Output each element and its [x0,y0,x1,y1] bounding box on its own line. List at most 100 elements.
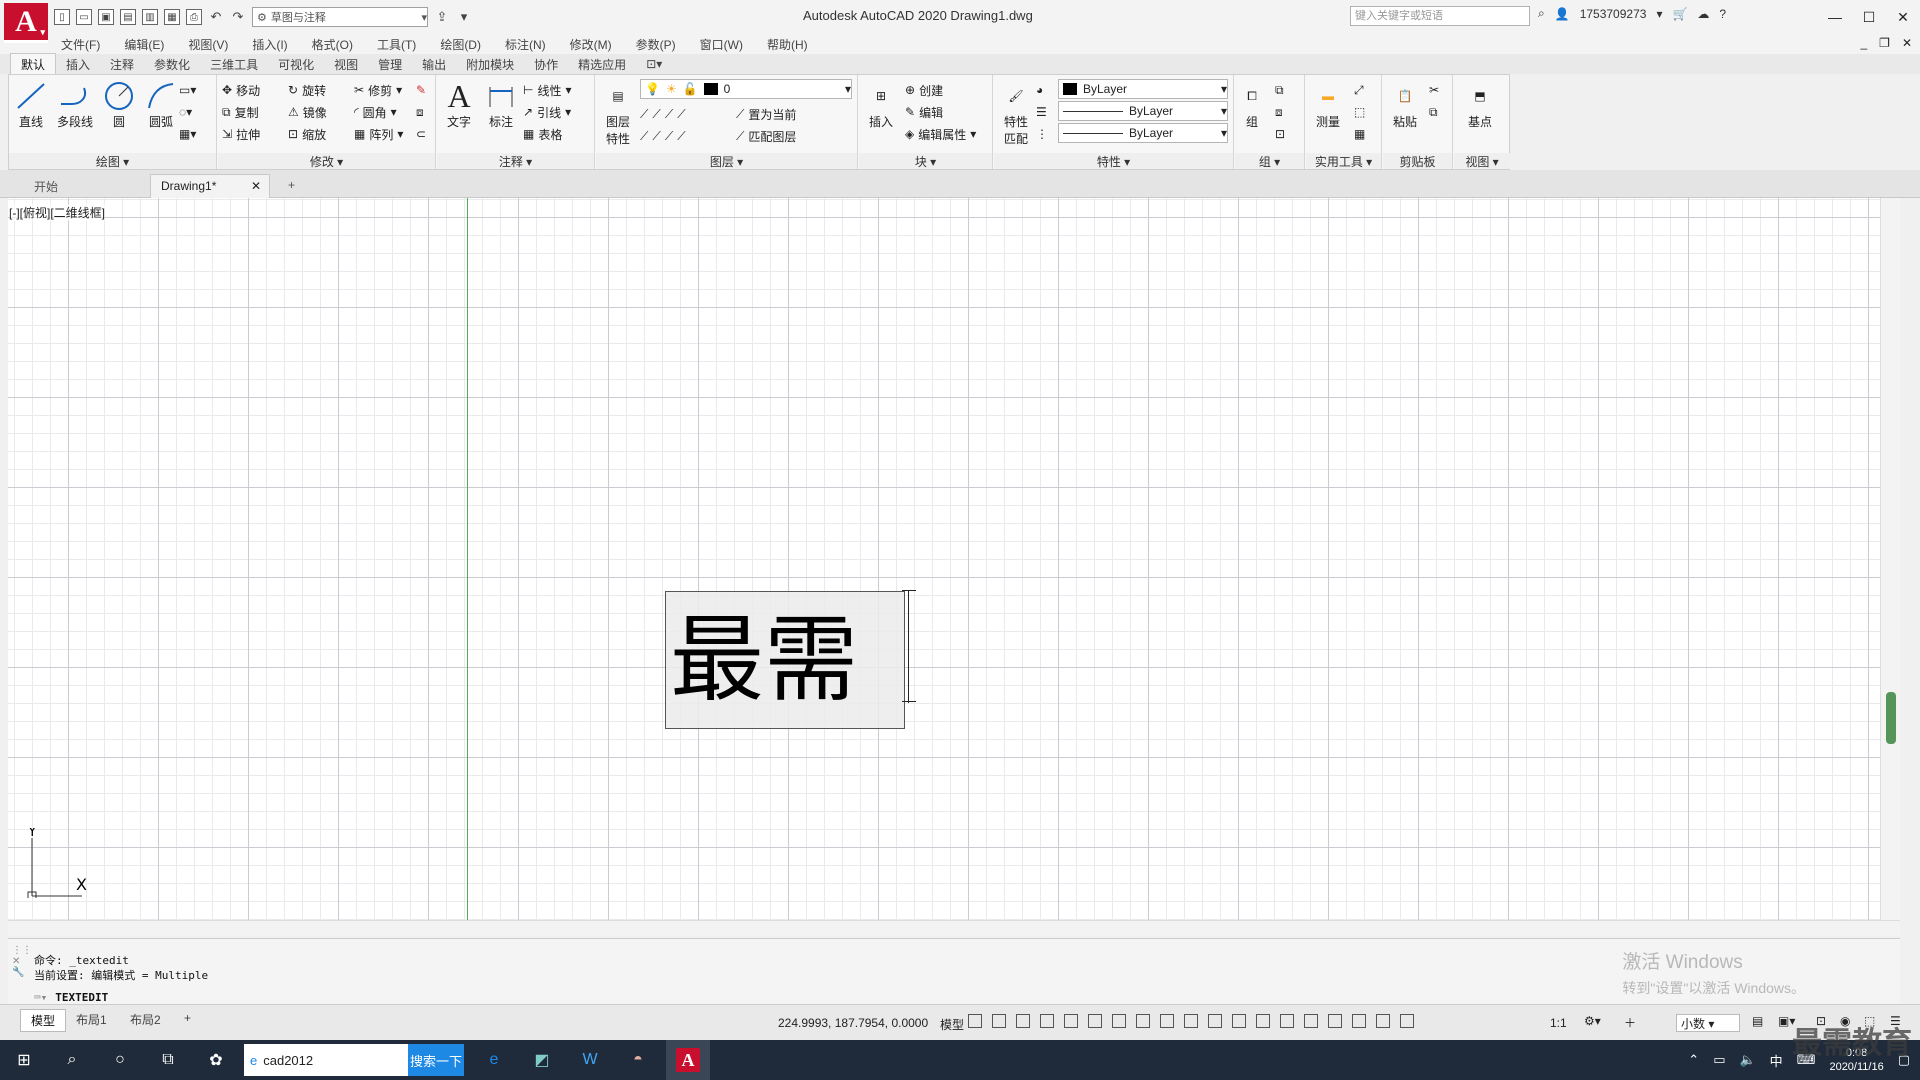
edit-block-button[interactable]: ✎ 编辑 [905,103,943,121]
object-snap-tracking-icon[interactable] [1136,1014,1150,1028]
copy-button[interactable]: ⧉ 复制 [222,103,259,121]
save-icon[interactable]: ▣ [98,9,114,25]
drawing-area[interactable]: [-][俯视][二维线框] 最需 Y X [8,198,1900,920]
group-edit-icon[interactable]: ⧈ [1275,103,1283,121]
selection-cycling-icon[interactable] [1232,1014,1246,1028]
boundary-button[interactable]: ▦▾ [179,125,196,143]
tab-addins[interactable]: 附加模块 [456,54,524,75]
measure-button[interactable]: ▬ 测量 [1308,79,1348,130]
minimize-icon[interactable]: — [1818,9,1852,25]
app-icon[interactable]: ◓ [616,1040,660,1080]
modify-panel-title[interactable]: 修改 ▾ [218,153,435,169]
layer-off-icon[interactable]: ⟋ [640,107,648,122]
scale-button[interactable]: ⊡ 缩放 [288,125,326,143]
task-view-icon[interactable]: ⧉ [144,1040,192,1080]
autocad-taskbar-button[interactable]: A [666,1040,710,1080]
trim-button[interactable]: ✂ 修剪 ▾ [354,81,402,99]
volume-icon[interactable]: 🔈 [1739,1052,1755,1068]
tab-view[interactable]: 视图 [324,54,368,75]
mirror-button[interactable]: ⚠ 镜像 [288,103,327,121]
a360-icon[interactable]: ☁ [1697,7,1709,21]
tab-start[interactable]: 开始 [24,174,148,198]
ribbon-options-icon[interactable]: ⊡▾ [636,55,672,73]
menu-window[interactable]: 窗口(W) [688,36,755,53]
tab-drawing1[interactable]: Drawing1* ✕ [150,174,270,198]
viewport-controls[interactable]: [-][俯视][二维线框] [9,204,106,221]
3d-osnap-icon[interactable] [1256,1014,1270,1028]
network-icon[interactable]: ▭ [1713,1052,1725,1068]
grid-icon[interactable] [968,1014,982,1028]
model-space-toggle[interactable]: 模型 [940,1016,964,1033]
menu-file[interactable]: 文件(F) [49,36,112,53]
annotation-scale[interactable]: 1:1 [1550,1016,1567,1030]
coordinates-readout[interactable]: 224.9993, 187.7954, 0.0000 [778,1016,928,1030]
binoculars-icon[interactable]: ⌕ [1538,6,1545,21]
lineweight-select[interactable]: ByLayer ▾ [1058,101,1228,121]
help-icon[interactable]: ? [1719,7,1726,21]
linear-button[interactable]: ⊢ 线性 ▾ [523,81,572,99]
quick-properties-icon[interactable]: ▤ [1752,1014,1763,1028]
fillet-button[interactable]: ◜ 圆角 ▾ [354,103,397,121]
tab-output[interactable]: 输出 [412,54,456,75]
windows-start-icon[interactable]: ⊞ [0,1040,48,1080]
layout-tab-1[interactable]: 布局1 [66,1009,117,1030]
doc-close-icon[interactable]: ✕ [1902,36,1912,50]
make-current-button[interactable]: ⟋ 置为当前 [736,105,796,123]
notes-icon[interactable]: ◩ [520,1040,564,1080]
explode-button[interactable]: ⧈ [416,103,424,121]
cart-icon[interactable]: 🛒 [1672,7,1687,21]
close-icon[interactable]: ✕ [1886,9,1920,26]
dynamic-input-icon[interactable] [1040,1014,1054,1028]
menu-edit[interactable]: 编辑(E) [112,36,176,53]
search-icon[interactable]: ⌕ [48,1040,96,1080]
help-search-input[interactable]: 键入关键字或短语 [1350,6,1530,26]
menu-parametric[interactable]: 参数(P) [624,36,688,53]
app-pinned-icon[interactable]: ✿ [192,1040,240,1080]
tab-annotate[interactable]: 注释 [100,54,144,75]
tab-insert[interactable]: 插入 [56,54,100,75]
color-wheel-icon[interactable]: ◕ [1036,81,1043,99]
open-file-icon[interactable]: ▭ [76,9,92,25]
match-properties-button[interactable]: 🖌 特性 匹配 [996,79,1036,147]
menu-draw[interactable]: 绘图(D) [428,36,493,53]
layer-thaw-icon[interactable]: ⟋ [665,129,673,144]
layout-tab-2[interactable]: 布局2 [120,1009,171,1030]
tab-visualize[interactable]: 可视化 [268,54,324,75]
units-select[interactable]: 小数 ▾ [1676,1014,1740,1032]
menu-format[interactable]: 格式(O) [300,36,365,53]
lineweight-display-icon[interactable] [1184,1014,1198,1028]
annotation-scale-icon[interactable] [1400,1014,1414,1028]
utilities-panel-title[interactable]: 实用工具 ▾ [1306,153,1381,169]
menu-view[interactable]: 视图(V) [176,36,240,53]
circle-button[interactable]: 圆 [99,79,139,130]
stretch-button[interactable]: ⇲ 拉伸 [222,125,260,143]
arc-button[interactable]: 圆弧 [141,79,181,130]
insert-block-button[interactable]: ⊞ 插入 [861,79,901,130]
username[interactable]: 1753709273 [1580,7,1647,21]
tab-collaborate[interactable]: 协作 [524,54,568,75]
command-input[interactable]: ⌨▾ TEXTEDIT [34,989,108,1005]
close-icon[interactable]: ✕ [251,179,261,193]
vertical-scrollbar[interactable] [1880,198,1900,920]
menu-tools[interactable]: 工具(T) [365,36,428,53]
create-block-button[interactable]: ⊕ 创建 [905,81,943,99]
save-as-icon[interactable]: ▤ [120,9,136,25]
layer-select[interactable]: 💡 ☀ 🔓 0 ▾ [640,79,852,99]
command-grip-icon[interactable]: ⋮⋮ ✕ 🔧 [12,945,32,978]
new-file-icon[interactable]: ▯ [54,9,70,25]
mtext-content[interactable]: 最需 [670,584,858,720]
rotate-button[interactable]: ↻ 旋转 [288,81,326,99]
menu-insert[interactable]: 插入(I) [240,36,299,53]
layer-unisolate-icon[interactable]: ⟋ [652,129,660,144]
text-button[interactable]: A 文字 [439,78,479,130]
object-snap-icon[interactable] [1160,1014,1174,1028]
mtext-editor[interactable]: 最需 [665,591,905,729]
groups-panel-title[interactable]: 组 ▾ [1235,153,1304,169]
maximize-icon[interactable]: ☐ [1852,9,1886,26]
tab-manage[interactable]: 管理 [368,54,412,75]
annotation-panel-title[interactable]: 注释 ▾ [437,153,594,169]
scrollbar-thumb[interactable] [1886,692,1896,744]
layer-properties-button[interactable]: ▤ 图层 特性 [598,79,638,147]
browser-search-button[interactable]: 搜索一下 [408,1044,464,1076]
polyline-button[interactable]: 多段线 [53,79,97,130]
